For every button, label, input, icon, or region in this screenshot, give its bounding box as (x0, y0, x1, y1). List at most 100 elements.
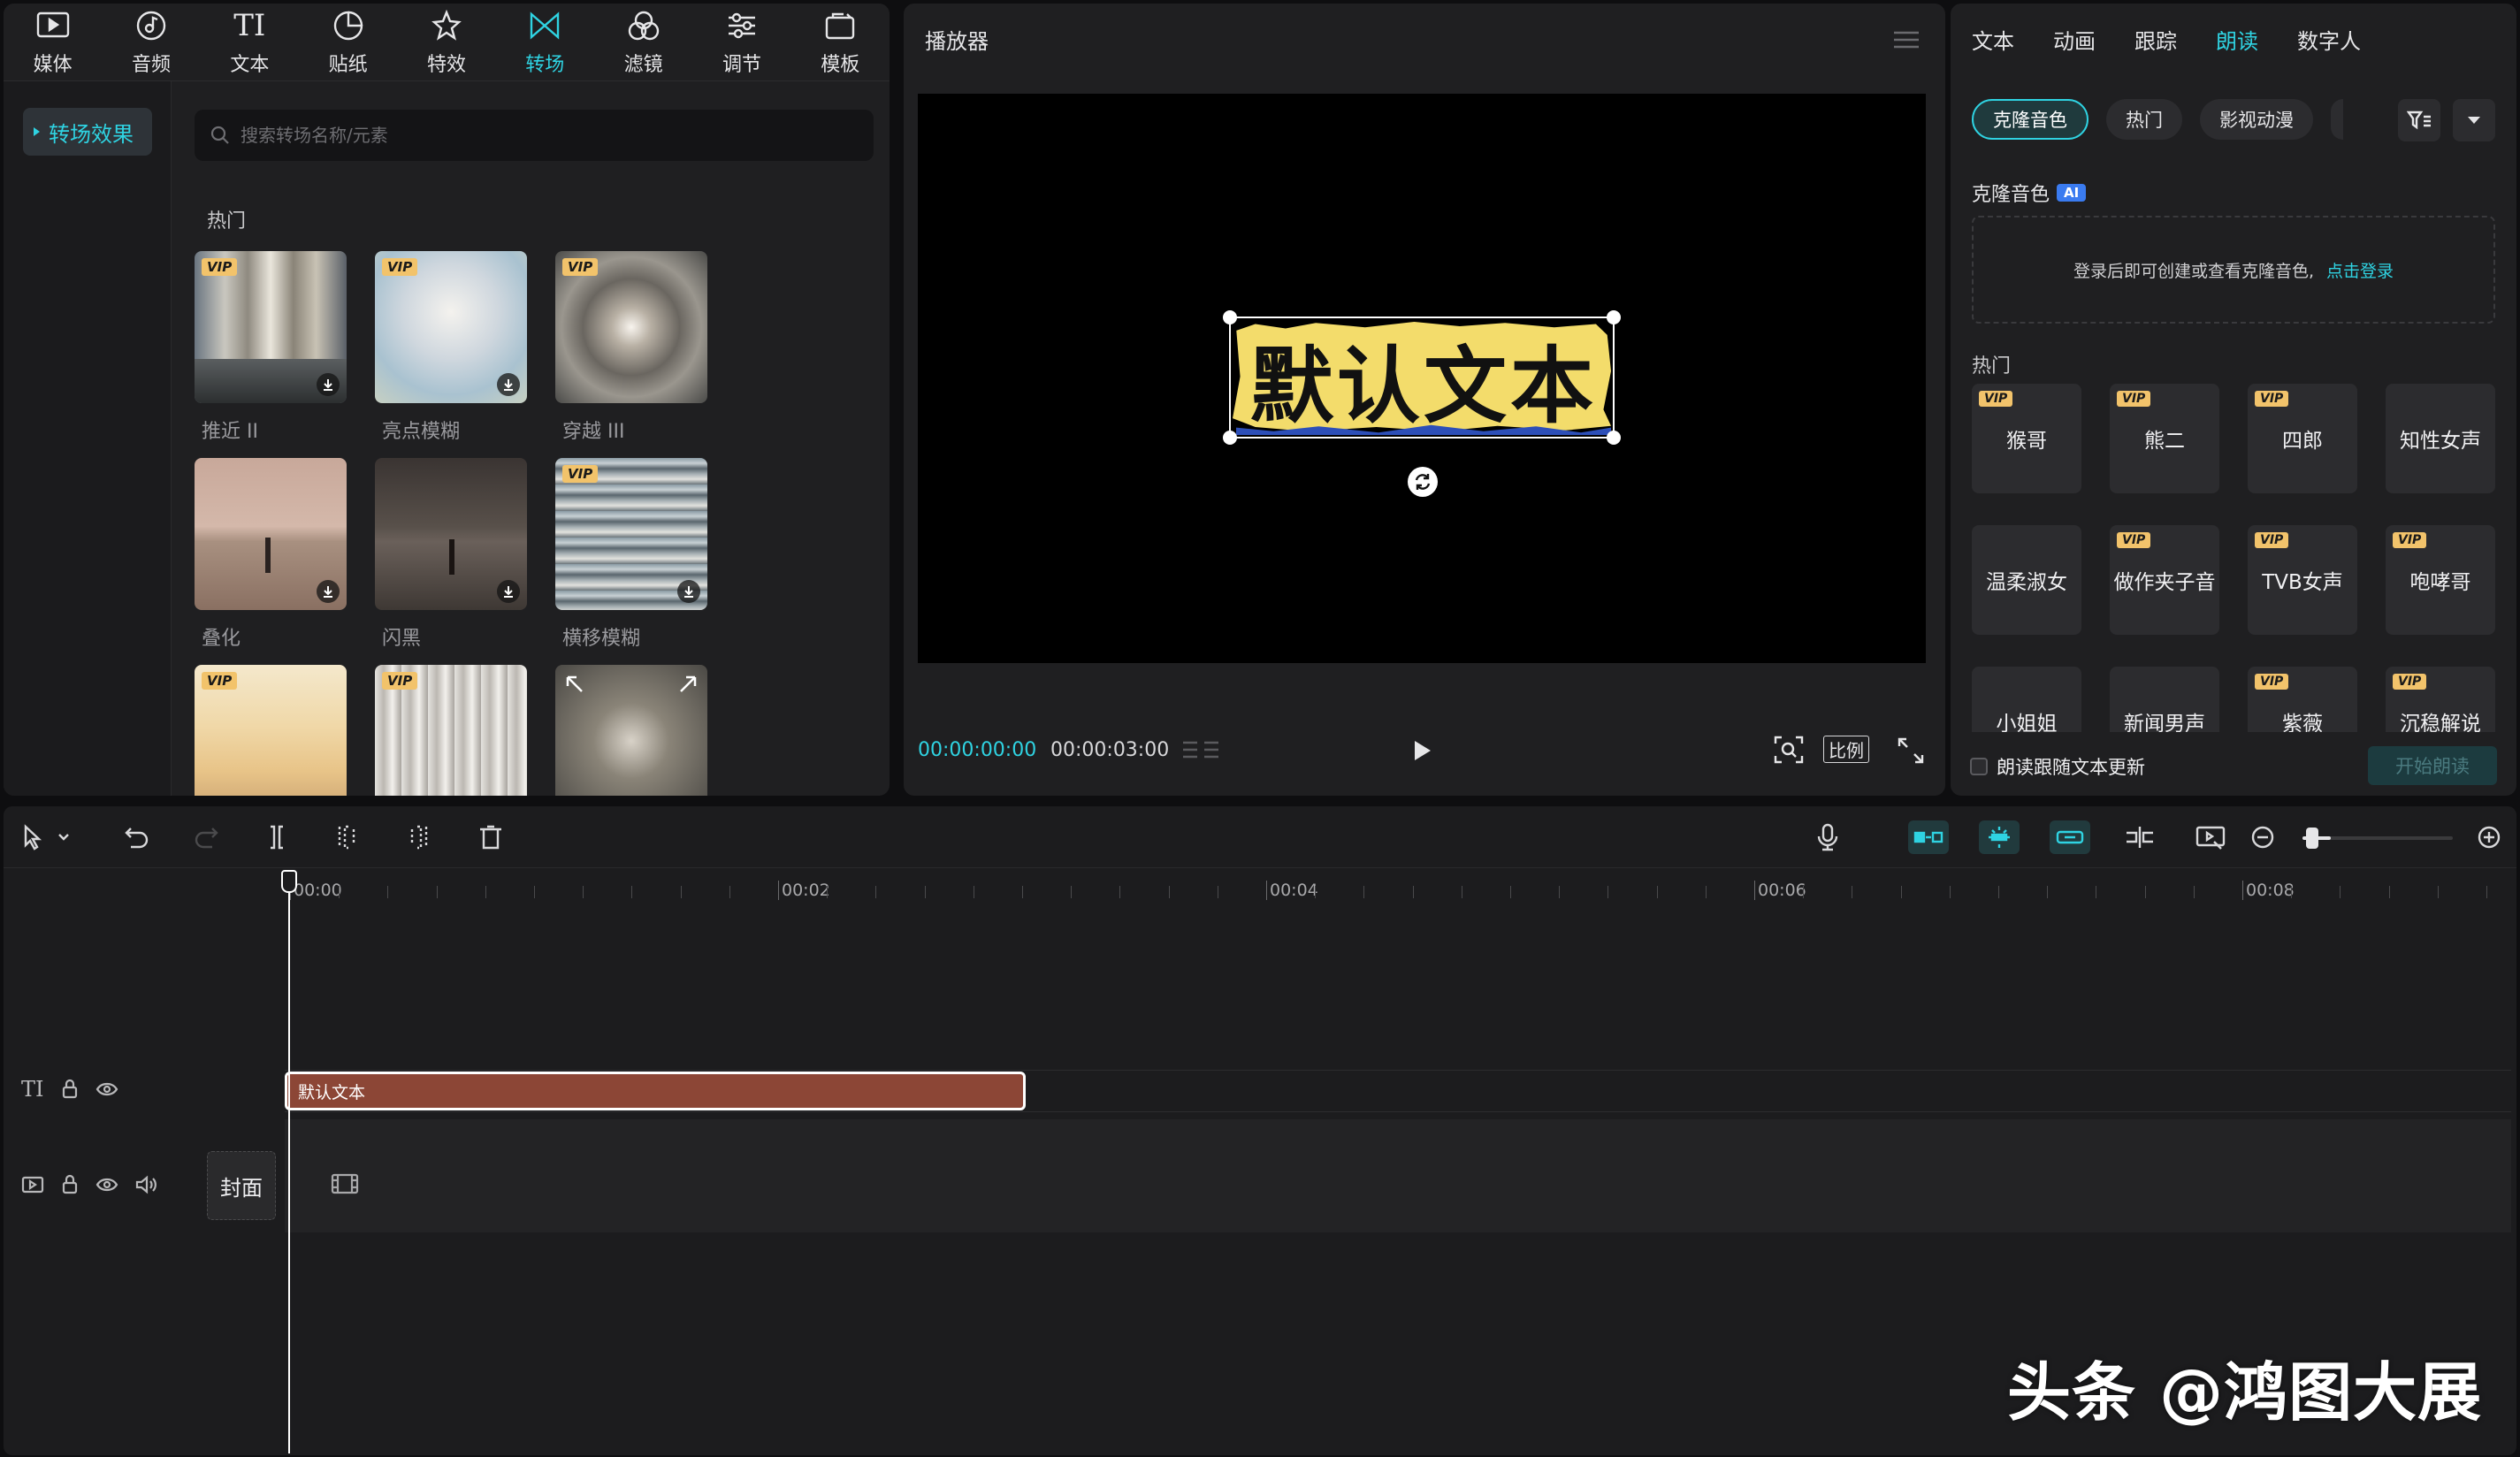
vip-badge: VIP (2117, 391, 2151, 407)
split-preview-icon[interactable] (2124, 822, 2156, 852)
delete-icon[interactable] (476, 822, 506, 852)
voice-item[interactable]: VIP 咆哮哥 (2386, 525, 2495, 635)
download-icon[interactable] (497, 373, 520, 396)
rotate-handle-icon[interactable] (1408, 467, 1438, 497)
expand-triangle-icon (34, 127, 40, 136)
download-icon[interactable] (317, 373, 340, 396)
lock-icon[interactable] (60, 1174, 80, 1195)
ruler-minor-tick (1022, 886, 1023, 898)
undo-icon[interactable] (122, 822, 152, 852)
eye-icon[interactable] (95, 1176, 118, 1194)
split-icon[interactable] (262, 822, 292, 852)
chip-more-partial[interactable] (2331, 99, 2343, 140)
resize-handle-top-right[interactable] (1607, 310, 1621, 324)
voice-item[interactable]: 新闻男声 (2110, 667, 2219, 732)
zoom-slider-knob[interactable] (2306, 828, 2318, 849)
playhead-line[interactable] (288, 870, 290, 1453)
search-input[interactable] (241, 125, 824, 146)
properties-panel: 文本 动画 跟踪 朗读 数字人 克隆音色 热门 影视动漫 克隆音色 AI 登录后… (1951, 4, 2516, 796)
linkage-icon[interactable] (2050, 820, 2090, 854)
transition-card[interactable]: VIP 横移模糊 (555, 458, 707, 650)
zoom-in-icon[interactable] (2476, 822, 2502, 852)
tab-effects[interactable]: 特效 (397, 4, 495, 80)
speaker-icon[interactable] (134, 1175, 157, 1194)
download-icon[interactable] (317, 580, 340, 603)
hamburger-menu-icon[interactable] (1894, 30, 1919, 50)
follow-text-checkbox[interactable] (1970, 758, 1988, 775)
trim-left-icon[interactable] (332, 822, 363, 852)
tab-reading[interactable]: 朗读 (2216, 24, 2258, 55)
transition-card[interactable]: 闪黑 (375, 458, 527, 650)
zoom-out-icon[interactable] (2249, 822, 2276, 852)
voice-item[interactable]: VIP TVB女声 (2248, 525, 2357, 635)
text-clip[interactable]: 默认文本 (285, 1072, 1026, 1110)
transition-card[interactable]: VIP (195, 665, 347, 796)
tab-media[interactable]: 媒体 (4, 4, 102, 80)
transition-card[interactable]: VIP 推近 II (195, 251, 347, 443)
voice-item[interactable]: 温柔淑女 (1972, 525, 2081, 635)
tab-filter[interactable]: 滤镜 (594, 4, 692, 80)
search-bar (195, 110, 874, 161)
current-time: 00:00:00:00 (918, 739, 1037, 761)
zoom-slider-track[interactable] (2329, 836, 2453, 840)
resize-handle-bottom-right[interactable] (1607, 431, 1621, 445)
transition-card[interactable]: VIP 亮点模糊 (375, 251, 527, 443)
trim-right-icon[interactable] (403, 822, 433, 852)
redo-icon[interactable] (191, 822, 221, 852)
chip-film-anime[interactable]: 影视动漫 (2200, 99, 2313, 140)
link-main-track-icon[interactable] (1908, 820, 1949, 854)
transition-card[interactable]: VIP (375, 665, 527, 796)
chip-hot[interactable]: 热门 (2106, 99, 2182, 140)
voice-item[interactable]: VIP 做作夹子音 (2110, 525, 2219, 635)
resize-handle-bottom-left[interactable] (1223, 431, 1237, 445)
voice-item[interactable]: VIP 四郎 (2248, 384, 2357, 493)
screenshot-focus-icon[interactable] (1774, 736, 1804, 764)
eye-icon[interactable] (95, 1080, 118, 1098)
tab-audio[interactable]: 音频 (102, 4, 200, 80)
chip-clone-voice[interactable]: 克隆音色 (1972, 99, 2089, 140)
chevron-down-icon[interactable] (2453, 99, 2495, 141)
tab-text[interactable]: TI 文本 (201, 4, 299, 80)
tab-adjust[interactable]: 调节 (692, 4, 790, 80)
voice-item[interactable]: VIP 沉稳解说 (2386, 667, 2495, 732)
canvas-text-box[interactable]: 默认文本 (1223, 310, 1621, 445)
cover-button[interactable]: 封面 (207, 1151, 276, 1220)
voice-item[interactable]: VIP 紫薇 (2248, 667, 2357, 732)
lock-icon[interactable] (60, 1079, 80, 1100)
tab-animation[interactable]: 动画 (2053, 24, 2096, 55)
tab-sticker[interactable]: 贴纸 (299, 4, 397, 80)
login-link[interactable]: 点击登录 (2326, 258, 2394, 282)
waveform-list-icon[interactable] (1181, 739, 1220, 764)
playhead-handle[interactable] (281, 870, 297, 893)
play-icon[interactable] (1411, 739, 1432, 762)
transition-card[interactable]: VIP 穿越 III (555, 251, 707, 443)
snap-magnet-icon[interactable] (1979, 820, 2020, 854)
video-canvas[interactable]: 默认文本 (918, 94, 1926, 663)
transition-card[interactable] (555, 665, 707, 796)
filter-sort-icon[interactable] (2398, 99, 2440, 141)
tab-text-properties[interactable]: 文本 (1972, 24, 2014, 55)
transition-card[interactable]: 叠化 (195, 458, 347, 650)
tab-digital-human[interactable]: 数字人 (2297, 24, 2361, 55)
time-ruler[interactable]: 00:00 00:02 00:04 00:06 00:08 (286, 868, 2515, 918)
fullscreen-icon[interactable] (1898, 737, 1924, 764)
tab-transition[interactable]: 转场 (496, 4, 594, 80)
download-icon[interactable] (497, 580, 520, 603)
aspect-ratio-button[interactable]: 比例 (1823, 736, 1869, 763)
resize-handle-top-left[interactable] (1223, 310, 1237, 324)
preview-window-icon[interactable] (2195, 822, 2226, 852)
sidebar-item-transition-effects[interactable]: 转场效果 (23, 108, 152, 156)
microphone-icon[interactable] (1813, 822, 1843, 852)
voice-item[interactable]: 小姐姐 (1972, 667, 2081, 732)
download-icon[interactable] (677, 580, 700, 603)
voice-item[interactable]: 知性女声 (2386, 384, 2495, 493)
tab-template[interactable]: 模板 (791, 4, 890, 80)
voice-item[interactable]: VIP 猴哥 (1972, 384, 2081, 493)
voice-item[interactable]: VIP 熊二 (2110, 384, 2219, 493)
main-video-track[interactable] (285, 1119, 2511, 1232)
ruler-minor-tick (729, 886, 730, 898)
select-tool-icon[interactable] (18, 822, 71, 852)
start-reading-button[interactable]: 开始朗读 (2368, 746, 2497, 785)
ruler-minor-tick (875, 886, 877, 898)
tab-tracking[interactable]: 跟踪 (2134, 24, 2177, 55)
